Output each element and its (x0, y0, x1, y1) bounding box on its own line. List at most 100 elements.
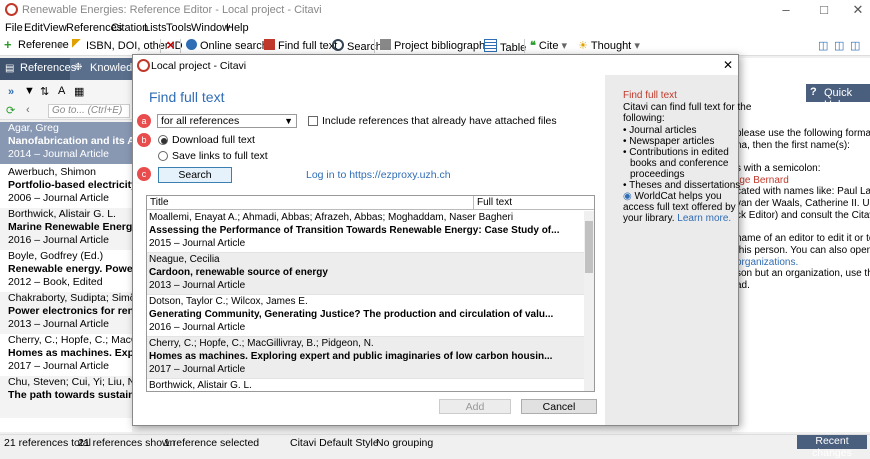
goto-input[interactable]: Go to... (Ctrl+E) (48, 104, 130, 118)
cite-button[interactable]: ❝ Cite ▾ (530, 39, 567, 52)
list-item[interactable]: Agar, GregNanofabrication and its Applic… (0, 122, 132, 164)
tab-references[interactable]: ▤ References (0, 58, 76, 80)
books-icon: ▤ (5, 63, 15, 74)
online-search-button[interactable]: Online search (186, 39, 268, 52)
layout-icon-3[interactable]: ◫ (850, 39, 860, 52)
include-attached-checkbox[interactable] (308, 116, 318, 126)
dialog-title: Local project - Citavi (151, 60, 247, 72)
step-badge-b: b (137, 133, 151, 147)
save-links-radio[interactable] (158, 151, 168, 161)
step-badge-c: c (137, 167, 151, 181)
sort-icon[interactable]: ⇅ (40, 85, 49, 98)
table-row[interactable]: Moallemi, Enayat A.; Ahmadi, Abbas; Afra… (147, 211, 584, 253)
add-button[interactable]: Add (439, 399, 511, 414)
menu-help[interactable]: Help (226, 22, 249, 34)
list-item[interactable]: Awerbuch, Shimon Portfolio-based electric… (0, 166, 132, 208)
status-grouping[interactable]: No grouping (376, 437, 433, 449)
group-icon[interactable]: ▦ (74, 85, 84, 98)
sidebar-bullet: • Contributions in edited (623, 147, 729, 158)
cancel-button[interactable]: Cancel (521, 399, 597, 414)
column-full-text[interactable]: Full text (477, 197, 512, 208)
dialog-titlebar: Local project - Citavi ✕ (133, 55, 738, 75)
grid-header: Title Full text (147, 196, 594, 210)
help-text: ck Editor) and consult the Citavi (736, 210, 870, 221)
menu-window[interactable]: Window (191, 22, 230, 34)
table-row[interactable]: Cherry, C.; Hopfe, C.; MacGillivray, B.;… (147, 337, 584, 379)
status-selected: 1 reference selected (164, 437, 260, 449)
layout-icon-1[interactable]: ◫ (818, 39, 828, 52)
menu-view[interactable]: View (43, 22, 67, 34)
list-item[interactable]: Boyle, Godfrey (Ed.) Renewable energy. Po… (0, 250, 132, 292)
sidebar-text: books and conference (630, 158, 729, 169)
grid-scrollbar-thumb[interactable] (585, 221, 593, 273)
find-full-text-button[interactable]: Find full text (264, 39, 337, 52)
chevron-down-icon: ▼ (284, 116, 293, 126)
sidebar-text: access full text offered by (623, 202, 736, 213)
dialog-close-icon[interactable]: ✕ (723, 58, 733, 72)
help-text: cated with names like: Paul La (736, 186, 870, 197)
plus-icon: + (4, 37, 12, 52)
tab-knowledge[interactable]: ❉ Knowledg (72, 58, 132, 80)
table-button[interactable]: Table (484, 39, 526, 54)
table-row[interactable]: Neague, Cecilia Cardoon, renewable source… (147, 253, 584, 295)
minimize-icon[interactable]: – (776, 2, 796, 18)
list-item[interactable]: Chu, Steven; Cui, Yi; Liu, NianThe path … (0, 376, 132, 418)
help-text: na, then the first name(s): (736, 140, 850, 151)
window-title: Renewable Energies: Reference Editor - L… (22, 4, 322, 16)
sidebar-text: your library. Learn more. (623, 213, 732, 224)
help-text: please use the following format: (736, 128, 870, 139)
app-titlebar: Renewable Energies: Reference Editor - L… (0, 0, 870, 20)
help-text: name of an editor to edit it or to (736, 233, 870, 244)
recent-changes-button[interactable]: Recent changes (797, 435, 867, 459)
layout-icon-2[interactable]: ◫ (834, 39, 844, 52)
wand-icon (72, 39, 83, 50)
filter-icon[interactable]: ▼ (24, 85, 35, 97)
list-item[interactable]: Borthwick, Alistair G. L. Marine Renewabl… (0, 208, 132, 250)
references-grid: Title Full text Moallemi, Enayat A.; Ahm… (146, 195, 595, 392)
close-icon[interactable]: ✕ (848, 2, 868, 18)
search-icon (332, 39, 344, 51)
table-icon (484, 39, 497, 52)
maximize-icon[interactable]: □ (814, 2, 834, 18)
step-badge-a: a (137, 114, 151, 128)
citavi-logo-icon (5, 3, 18, 16)
status-bar: 21 references total 21 references shown … (0, 434, 870, 450)
menu-bar: File Edit View References Citation Lists… (0, 20, 870, 36)
thought-button[interactable]: ☀ Thought ▾ (578, 39, 640, 52)
quick-help-button[interactable]: ? Quick Help (806, 84, 870, 111)
column-title[interactable]: Title (150, 197, 169, 208)
sidebar-text: following: (623, 113, 665, 124)
menu-file[interactable]: File (5, 22, 23, 34)
citavi-logo-icon (137, 59, 150, 72)
save-links-label: Save links to full text (172, 150, 268, 162)
find-full-text-dialog: Local project - Citavi ✕ Find full text … (132, 54, 751, 426)
help-text: van der Waals, Catherine II. Use (736, 198, 870, 209)
delete-icon[interactable]: ✕ (166, 39, 175, 52)
nav-back-icon[interactable]: ‹ (26, 104, 30, 116)
menu-citation[interactable]: Citation (111, 22, 148, 34)
login-link[interactable]: Log in to https://ezproxy.uzh.ch (306, 169, 451, 181)
worldcat-icon: ◉ (623, 191, 632, 202)
menu-tools[interactable]: Tools (166, 22, 192, 34)
download-full-text-radio[interactable] (158, 135, 168, 145)
table-row[interactable]: Borthwick, Alistair G. L. (147, 379, 584, 391)
list-item[interactable]: Cherry, C.; Hopfe, C.; MacGillivrHomes a… (0, 334, 132, 376)
scope-select[interactable]: for all references ▼ (157, 114, 297, 128)
refresh-icon[interactable]: ⟳ (6, 104, 15, 117)
dialog-heading: Find full text (149, 89, 225, 105)
project-bibliography-button[interactable]: Project bibliography (380, 39, 491, 52)
list-item[interactable]: Chakraborty, Sudipta; Simões, MPower ele… (0, 292, 132, 334)
globe-icon (186, 39, 197, 50)
status-style[interactable]: Citavi Default Style (290, 437, 379, 449)
lightbulb-icon: ☀ (578, 40, 588, 52)
main-toolbar: + Reference ▾ ISBN, DOI, other ID ✕ Onlin… (0, 36, 870, 56)
table-row[interactable]: Dotson, Taylor C.; Wilcox, James E. Gener… (147, 295, 584, 337)
sidebar-text: Citavi can find full text for the (623, 102, 752, 113)
menu-edit[interactable]: Edit (24, 22, 43, 34)
sidebar-text: proceedings (630, 169, 685, 180)
learn-more-link[interactable]: Learn more. (677, 213, 731, 224)
search-full-text-button[interactable]: Search (158, 167, 232, 183)
expand-icon[interactable]: » (8, 86, 14, 98)
menu-lists[interactable]: Lists (144, 22, 167, 34)
text-icon[interactable]: A (58, 85, 65, 97)
